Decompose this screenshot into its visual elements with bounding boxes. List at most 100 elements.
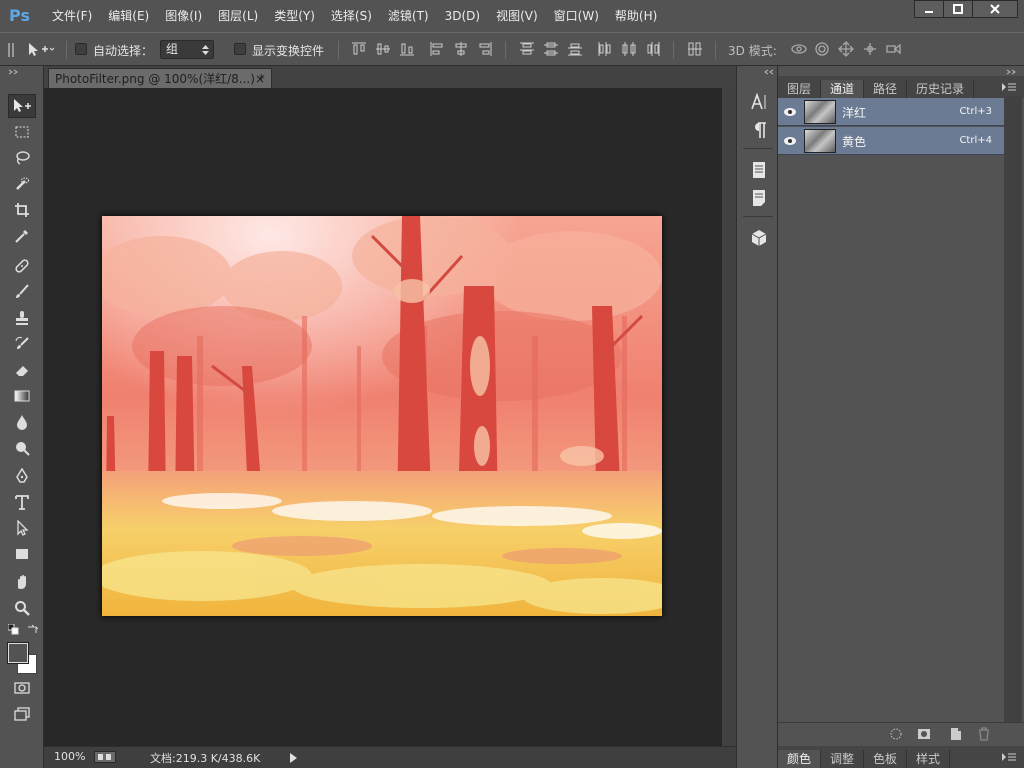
align-top-icon[interactable]: [351, 41, 367, 57]
marquee-tool[interactable]: [8, 120, 36, 144]
menu-help[interactable]: 帮助(H): [607, 0, 665, 32]
quick-mask-button[interactable]: [8, 676, 36, 700]
canvas-area[interactable]: [44, 88, 722, 746]
menu-layer[interactable]: 图层(L): [210, 0, 266, 32]
gradient-tool[interactable]: [8, 384, 36, 408]
menu-image[interactable]: 图像(I): [157, 0, 210, 32]
menu-type[interactable]: 类型(Y): [266, 0, 323, 32]
channel-row-yellow[interactable]: 黄色 Ctrl+4: [778, 127, 1004, 155]
status-info-icon[interactable]: [94, 751, 116, 763]
auto-select-checkbox[interactable]: [75, 43, 87, 55]
zoom-level[interactable]: 100%: [54, 750, 85, 763]
blur-tool[interactable]: [8, 410, 36, 434]
visibility-eye-icon[interactable]: [782, 104, 798, 120]
lasso-tool[interactable]: [8, 146, 36, 170]
3d-roll-icon[interactable]: [814, 41, 830, 57]
tab-channels[interactable]: 通道: [821, 80, 865, 98]
load-selection-icon[interactable]: [888, 726, 904, 742]
swap-colors-icon[interactable]: [26, 624, 38, 636]
move-tool[interactable]: [8, 94, 36, 118]
tab-swatches[interactable]: 色板: [864, 750, 908, 768]
history-brush-tool[interactable]: [8, 332, 36, 356]
maximize-button[interactable]: [943, 0, 973, 18]
menu-window[interactable]: 窗口(W): [546, 0, 607, 32]
rectangle-tool[interactable]: [8, 542, 36, 566]
forest-painting: [102, 216, 662, 616]
panel-menu-icon[interactable]: [1002, 752, 1016, 762]
type-tool[interactable]: [8, 490, 36, 514]
distribute-bottom-icon[interactable]: [567, 41, 583, 57]
character-panel-button[interactable]: [749, 92, 769, 112]
align-left-icon[interactable]: [429, 41, 445, 57]
collapse-arrows-icon[interactable]: [8, 69, 20, 75]
eraser-tool[interactable]: [8, 358, 36, 382]
distribute-top-icon[interactable]: [519, 41, 535, 57]
default-colors-icon[interactable]: [8, 624, 20, 636]
visibility-eye-icon[interactable]: [782, 133, 798, 149]
clone-stamp-tool[interactable]: [8, 306, 36, 330]
close-tab-icon[interactable]: ×: [255, 69, 265, 89]
foreground-color-swatch[interactable]: [7, 642, 29, 664]
dodge-tool[interactable]: [8, 436, 36, 460]
move-tool-preset-icon[interactable]: [26, 41, 54, 57]
menu-3d[interactable]: 3D(D): [437, 0, 488, 32]
channels-scrollbar[interactable]: [1004, 96, 1022, 722]
paragraph-panel-button[interactable]: [749, 120, 769, 140]
close-window-button[interactable]: [972, 0, 1018, 18]
align-hcenter-icon[interactable]: [453, 41, 469, 57]
info-panel-button[interactable]: [749, 188, 769, 208]
auto-select-value: 组: [166, 42, 179, 56]
healing-brush-tool[interactable]: [8, 254, 36, 278]
3d-scale-icon[interactable]: [886, 41, 902, 57]
path-selection-tool[interactable]: [8, 516, 36, 540]
menu-view[interactable]: 视图(V): [488, 0, 546, 32]
zoom-tool[interactable]: [8, 596, 36, 620]
collapsed-panels-strip: [736, 66, 778, 768]
delete-channel-icon[interactable]: [976, 726, 992, 742]
status-arrow-icon[interactable]: [290, 753, 298, 763]
pen-tool[interactable]: [8, 464, 36, 488]
menu-select[interactable]: 选择(S): [323, 0, 380, 32]
auto-select-dropdown[interactable]: 组: [160, 40, 214, 59]
distribute-left-icon[interactable]: [597, 41, 613, 57]
panel-menu-icon[interactable]: [1002, 82, 1016, 92]
options-bar: 自动选择： 组 显示变换控件 3D 模式:: [0, 32, 1024, 66]
menu-file[interactable]: 文件(F): [44, 0, 100, 32]
3d-slide-icon[interactable]: [862, 41, 878, 57]
collapse-arrows-icon[interactable]: [763, 69, 775, 75]
tab-paths[interactable]: 路径: [864, 80, 908, 98]
collapse-arrows-icon[interactable]: [1006, 69, 1018, 75]
minimize-button[interactable]: [914, 0, 944, 18]
tab-styles[interactable]: 样式: [907, 750, 951, 768]
tab-color[interactable]: 颜色: [778, 750, 822, 768]
tab-adjustments[interactable]: 调整: [821, 750, 865, 768]
notes-panel-button[interactable]: [749, 160, 769, 180]
new-channel-icon[interactable]: [948, 726, 964, 742]
align-vcenter-icon[interactable]: [375, 41, 391, 57]
align-bottom-icon[interactable]: [399, 41, 415, 57]
distribute-vcenter-icon[interactable]: [543, 41, 559, 57]
menu-edit[interactable]: 编辑(E): [100, 0, 157, 32]
hand-tool[interactable]: [8, 570, 36, 594]
quick-selection-tool[interactable]: [8, 172, 36, 196]
crop-tool[interactable]: [8, 198, 36, 222]
menu-filter[interactable]: 滤镜(T): [380, 0, 437, 32]
align-right-icon[interactable]: [477, 41, 493, 57]
save-selection-icon[interactable]: [916, 726, 932, 742]
screen-mode-button[interactable]: [8, 702, 36, 726]
show-transform-checkbox[interactable]: [234, 43, 246, 55]
brush-tool[interactable]: [8, 280, 36, 304]
document-tab[interactable]: PhotoFilter.png @ 100%(洋红/8...) * ×: [48, 68, 272, 88]
tab-layers[interactable]: 图层: [778, 80, 822, 98]
vertical-scrollbar[interactable]: [722, 88, 736, 746]
3d-rotate-icon[interactable]: [790, 41, 808, 57]
tab-history[interactable]: 历史记录: [907, 80, 975, 98]
eyedropper-tool[interactable]: [8, 224, 36, 248]
channel-row-magenta[interactable]: 洋红 Ctrl+3: [778, 98, 1004, 126]
3d-panel-button[interactable]: [749, 228, 769, 248]
auto-align-icon[interactable]: [687, 41, 703, 57]
distribute-hcenter-icon[interactable]: [621, 41, 637, 57]
document-image[interactable]: [102, 216, 662, 616]
3d-pan-icon[interactable]: [838, 41, 854, 57]
distribute-right-icon[interactable]: [645, 41, 661, 57]
